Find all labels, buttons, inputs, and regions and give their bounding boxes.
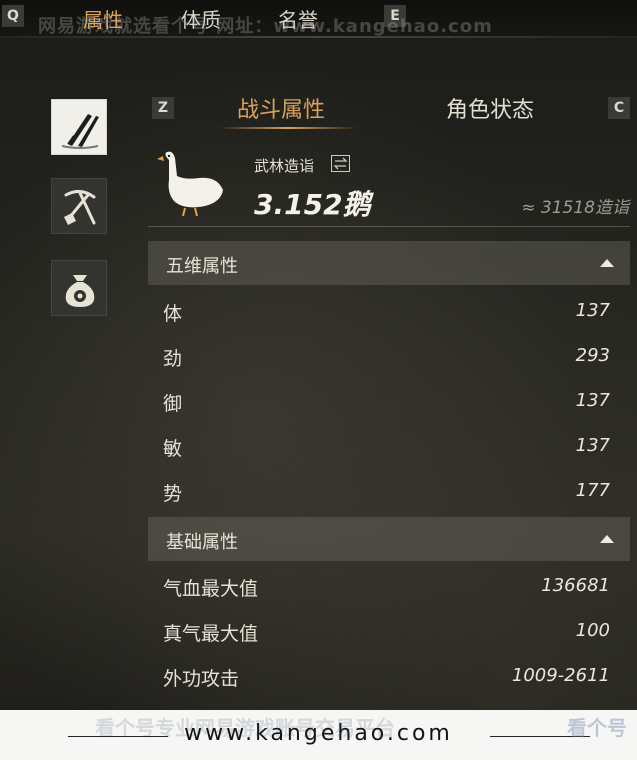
stat-value: 293 xyxy=(575,345,610,366)
section-header-five-dimensions[interactable]: 五维属性 xyxy=(148,241,630,285)
stat-row: 外功攻击 1009-2611 xyxy=(148,655,630,699)
key-hint-z[interactable]: Z xyxy=(152,97,174,119)
stat-value: 136681 xyxy=(541,575,610,596)
inventory-tab-button[interactable] xyxy=(51,260,107,316)
stat-name: 体 xyxy=(163,303,183,325)
tab-combat-attributes[interactable]: 战斗属性 xyxy=(237,92,325,124)
stat-name: 气血最大值 xyxy=(163,578,259,600)
stat-value: 137 xyxy=(575,300,610,321)
stat-value: 177 xyxy=(575,480,610,501)
collapse-caret-icon xyxy=(600,259,614,267)
key-hint-c[interactable]: C xyxy=(608,97,630,119)
stat-row: 劲 293 xyxy=(148,335,630,379)
active-tab-indicator xyxy=(218,127,358,129)
footer-watermark-bar: 看个号专业网易游戏账号交易平台 www.kangehao.com 看个号 xyxy=(0,710,637,760)
collapse-caret-icon xyxy=(600,535,614,543)
rating-approx-value: ≈ 31518造诣 xyxy=(521,198,629,218)
footer-brand-logo: 看个号 xyxy=(567,716,627,740)
key-hint-q[interactable]: Q xyxy=(2,5,24,27)
stat-value: 137 xyxy=(575,390,610,411)
weapons-tab-button[interactable] xyxy=(51,99,107,155)
section-title: 五维属性 xyxy=(166,256,238,277)
weapons-icon xyxy=(61,114,99,149)
stat-row: 敏 137 xyxy=(148,425,630,469)
top-divider xyxy=(0,36,637,38)
tools-icon xyxy=(64,190,96,225)
rating-label: 武林造诣 xyxy=(254,157,315,175)
stat-value: 1009-2611 xyxy=(511,665,610,686)
stat-row: 真气最大值 100 xyxy=(148,610,630,654)
watermark-text: 网易游戏就选看个号 网址：www.kangehao.com xyxy=(38,16,493,37)
stat-name: 御 xyxy=(163,393,183,415)
section-title: 基础属性 xyxy=(166,532,238,553)
tab-character-status[interactable]: 角色状态 xyxy=(446,92,534,124)
stat-row: 势 177 xyxy=(148,470,630,514)
footer-url: www.kangehao.com xyxy=(184,721,453,746)
stat-name: 劲 xyxy=(163,348,183,370)
stat-name: 外功攻击 xyxy=(163,668,240,690)
stat-value: 137 xyxy=(575,435,610,456)
stat-name: 真气最大值 xyxy=(163,623,259,645)
tools-tab-button[interactable] xyxy=(51,178,107,234)
money-bag-icon xyxy=(65,275,95,307)
stat-row: 体 137 xyxy=(148,290,630,334)
stat-name: 势 xyxy=(163,483,183,505)
stat-row: 御 137 xyxy=(148,380,630,424)
stat-name: 敏 xyxy=(163,438,183,460)
swap-icon[interactable] xyxy=(331,155,350,172)
goose-icon xyxy=(157,151,223,217)
top-navigation: Q 属性 体质 名誉 E 网易游戏就选看个号 网址：www.kangehao.c… xyxy=(0,0,637,37)
stat-value: 100 xyxy=(575,620,610,641)
section-header-base-attributes[interactable]: 基础属性 xyxy=(148,517,630,561)
stat-row: 气血最大值 136681 xyxy=(148,565,630,609)
divider xyxy=(148,226,630,227)
rating-value: 3.152鹅 xyxy=(254,188,371,221)
